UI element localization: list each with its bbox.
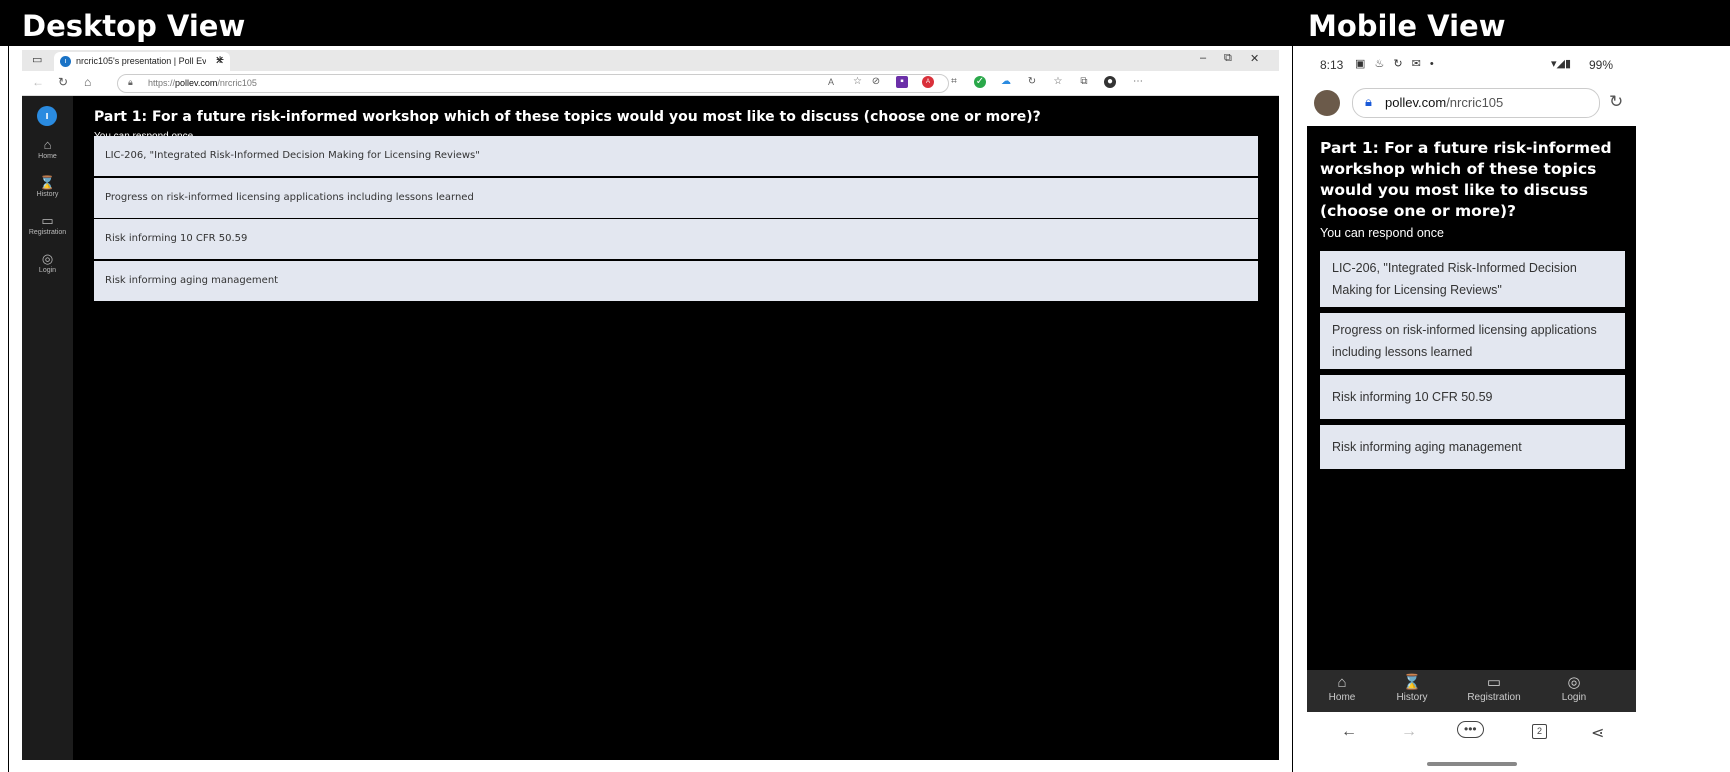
app-sidebar: ı ⌂ Home ⌛ History ▭ Registration ◎ Logi… <box>22 96 73 760</box>
sidebar-item-login[interactable]: ◎ Login <box>22 251 73 275</box>
poll-option[interactable]: Risk informing aging management <box>1320 425 1625 469</box>
battery-level: 99% <box>1589 58 1614 72</box>
sidebar-item-home[interactable]: ⌂ Home <box>22 137 73 161</box>
address-bar[interactable]: 🔒︎ https://pollev.com/nrcric105 A ☆ <box>117 74 949 93</box>
pollev-logo-icon[interactable]: ı <box>37 106 57 126</box>
poll-option[interactable]: Risk informing aging management <box>94 261 1258 301</box>
share-icon[interactable]: ⋖ <box>1591 723 1604 743</box>
nav-item-home[interactable]: ⌂ Home <box>1307 674 1377 703</box>
url-text: https://pollev.com/nrcric105 <box>148 78 257 88</box>
forward-icon[interactable]: → <box>1401 723 1417 741</box>
close-window-icon[interactable]: ✕ <box>1250 52 1259 65</box>
read-aloud-icon[interactable]: A <box>828 77 834 87</box>
back-icon[interactable]: ← <box>32 75 44 89</box>
lock-icon: 🔒︎ <box>1365 94 1372 109</box>
refresh-extension-icon[interactable]: ↻ <box>1026 76 1038 88</box>
divider <box>1292 46 1293 772</box>
home-indicator <box>1427 762 1517 766</box>
extension-icon[interactable]: ▪ <box>896 76 908 88</box>
tab-title: nrcric105's presentation | Poll Ev <box>76 56 206 66</box>
more-menu-icon[interactable]: ⋯ <box>1132 76 1144 88</box>
minimize-icon[interactable]: – <box>1200 52 1206 64</box>
avatar[interactable] <box>1314 90 1340 116</box>
desktop-browser-window: ▭ ı nrcric105's presentation | Poll Ev ✕… <box>22 50 1279 760</box>
signal-icon: ▾◢▮ <box>1551 58 1572 70</box>
registration-icon: ▭ <box>41 213 54 228</box>
browser-bottom-bar: ← → ••• 2 ⋖ <box>1307 712 1636 772</box>
home-icon[interactable]: ⌂ <box>84 75 91 89</box>
desktop-view-heading: Desktop View <box>22 9 246 43</box>
response-limit-text: You can respond once <box>1320 226 1444 240</box>
mobile-poll-content: Part 1: For a future risk-informed works… <box>1307 126 1636 670</box>
home-icon: ⌂ <box>43 137 52 152</box>
favorites-icon[interactable]: ☆ <box>1052 76 1064 88</box>
sidebar-item-registration[interactable]: ▭ Registration <box>22 213 73 237</box>
collections-icon[interactable]: ⧉ <box>1078 76 1090 88</box>
reload-icon[interactable]: ↻ <box>58 75 68 89</box>
screenshot-icon[interactable]: ⌗ <box>948 76 960 88</box>
mobile-bottom-nav: ⌂ Home ⌛ History ▭ Registration ◎ Login <box>1307 670 1636 712</box>
history-icon: ⌛ <box>1402 674 1422 691</box>
home-icon: ⌂ <box>1337 674 1347 691</box>
lock-icon: 🔒︎ <box>128 77 133 87</box>
divider <box>8 46 9 772</box>
poll-option[interactable]: Progress on risk-informed licensing appl… <box>1320 313 1625 369</box>
poll-option[interactable]: Risk informing 10 CFR 50.59 <box>94 219 1258 259</box>
notification-icons: ▣ ♨ ↻ ✉ • <box>1355 58 1437 70</box>
tab-actions-icon[interactable]: ▭ <box>32 53 42 66</box>
favorite-star-icon[interactable]: ☆ <box>853 76 862 87</box>
more-menu-icon[interactable]: ••• <box>1457 721 1484 738</box>
login-icon: ◎ <box>1567 674 1581 691</box>
history-icon: ⌛ <box>39 175 56 190</box>
nav-item-registration[interactable]: ▭ Registration <box>1459 674 1529 703</box>
url-text: pollev.com/nrcric105 <box>1385 95 1504 110</box>
mobile-view-heading: Mobile View <box>1308 9 1506 43</box>
nav-item-login[interactable]: ◎ Login <box>1539 674 1609 703</box>
browser-tab[interactable]: ı nrcric105's presentation | Poll Ev ✕ <box>54 52 230 71</box>
tracking-icon[interactable]: ⊘ <box>870 76 882 88</box>
check-extension-icon[interactable]: ✓ <box>974 76 986 88</box>
poll-question: Part 1: For a future risk-informed works… <box>1320 139 1612 220</box>
poll-option[interactable]: LIC-206, "Integrated Risk-Informed Decis… <box>94 136 1258 176</box>
address-toolbar: ← ↻ ⌂ 🔒︎ https://pollev.com/nrcric105 A … <box>22 71 1279 96</box>
poll-option[interactable]: Progress on risk-informed licensing appl… <box>94 178 1258 218</box>
tabs-count-icon[interactable]: 2 <box>1532 724 1547 739</box>
login-icon: ◎ <box>41 251 54 266</box>
poll-option[interactable]: Risk informing 10 CFR 50.59 <box>1320 375 1625 419</box>
mobile-address-bar[interactable]: 🔒︎ pollev.com/nrcric105 <box>1352 88 1600 118</box>
profile-avatar[interactable]: ● <box>1104 76 1116 88</box>
registration-icon: ▭ <box>1486 674 1502 691</box>
mobile-screen: 8:13 ▣ ♨ ↻ ✉ • ▾◢▮ 99% 🔒︎ pollev.com/nrc… <box>1307 46 1636 772</box>
back-icon[interactable]: ← <box>1341 723 1357 741</box>
weather-icon[interactable]: ☁ <box>1000 76 1012 88</box>
tab-bar: ▭ ı nrcric105's presentation | Poll Ev ✕… <box>22 50 1279 71</box>
clock-time: 8:13 <box>1320 58 1344 72</box>
new-tab-icon[interactable]: + <box>216 51 224 67</box>
refresh-icon[interactable]: ↻ <box>1609 92 1623 112</box>
status-bar: 8:13 ▣ ♨ ↻ ✉ • ▾◢▮ 99% <box>1307 46 1636 72</box>
pollev-favicon-icon: ı <box>60 56 71 67</box>
nav-item-history[interactable]: ⌛ History <box>1377 674 1447 703</box>
poll-option[interactable]: LIC-206, "Integrated Risk-Informed Decis… <box>1320 251 1625 307</box>
adblock-icon[interactable]: A <box>922 76 934 88</box>
poll-question: Part 1: For a future risk-informed works… <box>94 109 1041 125</box>
sidebar-item-history[interactable]: ⌛ History <box>22 175 73 199</box>
restore-icon[interactable]: ⧉ <box>1224 52 1232 65</box>
